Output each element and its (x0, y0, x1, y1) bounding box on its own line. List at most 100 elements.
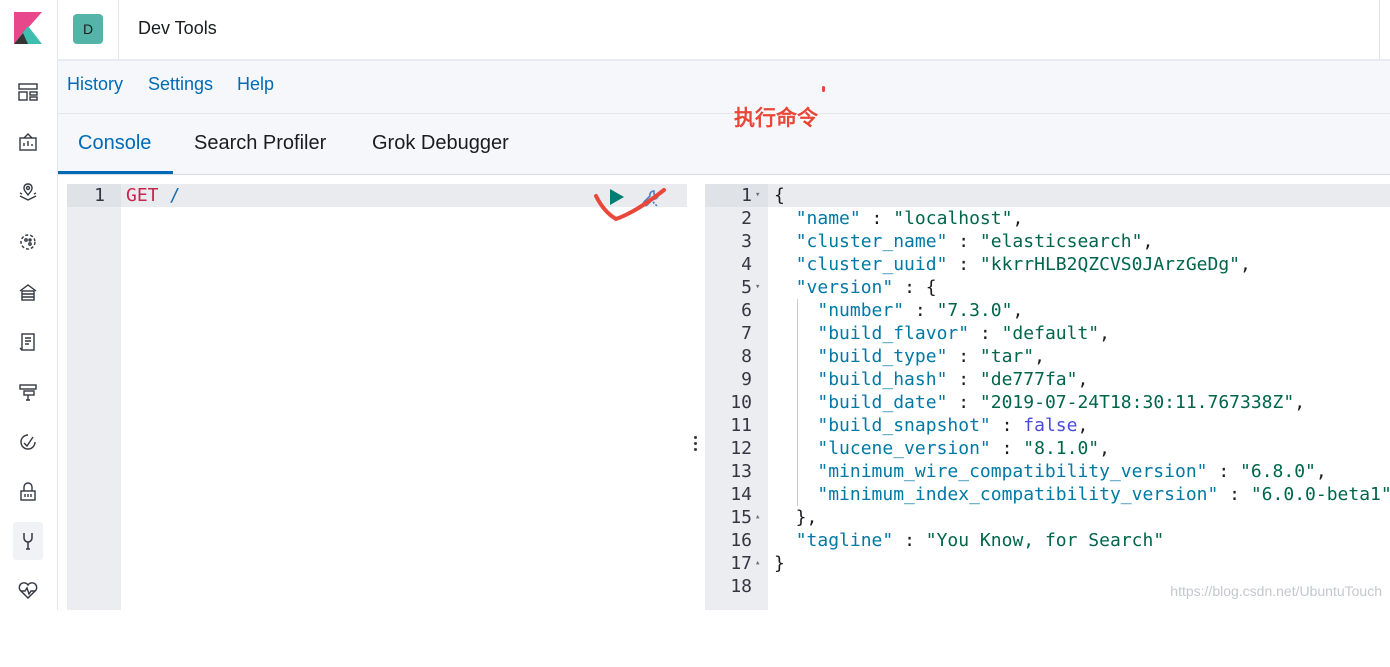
monitoring-icon[interactable] (13, 575, 43, 605)
fold-toggle-icon[interactable]: ▾ (755, 184, 760, 207)
tab-search-profiler[interactable]: Search Profiler (194, 132, 326, 155)
output-line: 15 ▴ }, (705, 506, 1390, 529)
line-text: "cluster_uuid" : "kkrrHLB2QZCVS0JArzGeDg… (795, 254, 1251, 275)
maps-icon[interactable] (13, 177, 43, 207)
line-text: "name" : "localhost", (795, 208, 1024, 229)
line-number: 9 (741, 369, 752, 390)
tab-grok-debugger[interactable]: Grok Debugger (372, 132, 509, 155)
header-divider (118, 0, 119, 59)
line-number: 11 (730, 415, 752, 436)
line-text: "build_type" : "tar", (817, 346, 1045, 367)
json-key: "cluster_name" (795, 231, 948, 252)
output-line: 5 ▾ "version" : { (705, 276, 1390, 299)
dev-tools-icon[interactable] (13, 522, 43, 560)
line-number: 7 (741, 323, 752, 344)
header-bar: D Dev Tools (58, 0, 1390, 61)
response-output[interactable]: 1 ▾ { 2 "name" : "localhost", 3 "cluster… (705, 184, 1390, 610)
json-value: false (1023, 415, 1078, 436)
json-value: "You Know, for Search" (925, 530, 1165, 551)
output-line: 8 "build_type" : "tar", (705, 345, 1390, 368)
output-line: 9 "build_hash" : "de777fa", (705, 368, 1390, 391)
json-key: "build_flavor" (817, 323, 970, 344)
json-key: "build_date" (817, 392, 948, 413)
space-avatar[interactable]: D (73, 14, 103, 44)
output-line: 13 "minimum_wire_compatibility_version" … (705, 460, 1390, 483)
pane-resizer[interactable] (688, 184, 705, 610)
json-key: "lucene_version" (817, 438, 991, 459)
json-key: "minimum_wire_compatibility_version" (817, 461, 1208, 482)
json-value: "localhost" (893, 208, 1013, 229)
line-text: }, (774, 507, 818, 528)
output-line: 14 "minimum_index_compatibility_version"… (705, 483, 1390, 506)
annotation-label: 执行命令 (734, 106, 818, 130)
line-number: 12 (730, 438, 752, 459)
line-text: "lucene_version" : "8.1.0", (817, 438, 1110, 459)
json-value: "8.1.0" (1023, 438, 1100, 459)
tab-console[interactable]: Console (78, 132, 151, 155)
json-key: "minimum_index_compatibility_version" (817, 484, 1219, 505)
canvas-icon[interactable] (13, 127, 43, 157)
settings-link[interactable]: Settings (148, 74, 213, 95)
json-value: "2019-07-24T18:30:11.767338Z" (979, 392, 1295, 413)
help-link[interactable]: Help (237, 74, 274, 95)
line-text: "minimum_wire_compatibility_version" : "… (817, 461, 1327, 482)
line-text: "build_date" : "2019-07-24T18:30:11.7673… (817, 392, 1306, 413)
json-value: "7.3.0" (936, 300, 1013, 321)
output-line: 3 "cluster_name" : "elasticsearch", (705, 230, 1390, 253)
fold-toggle-icon[interactable]: ▾ (755, 276, 760, 299)
drag-handle-icon[interactable] (694, 436, 698, 454)
line-number: 13 (730, 461, 752, 482)
apm-icon[interactable] (13, 377, 43, 407)
line-number: 17 (730, 553, 752, 574)
line-text: "cluster_name" : "elasticsearch", (795, 231, 1154, 252)
output-line: 2 "name" : "localhost", (705, 207, 1390, 230)
line-number: 16 (730, 530, 752, 551)
line-number: 18 (730, 576, 752, 597)
json-value: "de777fa" (979, 369, 1078, 390)
line-number: 2 (741, 208, 752, 229)
output-line: 10 "build_date" : "2019-07-24T18:30:11.7… (705, 391, 1390, 414)
devtools-menu: History Settings Help (58, 61, 1390, 114)
json-value: "elasticsearch" (979, 231, 1143, 252)
header-divider-right (1379, 0, 1380, 59)
json-value: "6.8.0" (1240, 461, 1316, 482)
line-number: 10 (730, 392, 752, 413)
uptime-icon[interactable] (13, 427, 43, 457)
page-title: Dev Tools (138, 18, 217, 38)
line-text: "build_hash" : "de777fa", (817, 369, 1089, 390)
line-number: 15 (730, 507, 752, 528)
editor-gutter (67, 184, 121, 610)
annotation-mark (822, 86, 825, 92)
request-editor[interactable]: 1 GET / (67, 184, 687, 610)
request-path: / (169, 185, 181, 206)
json-key: "build_snapshot" (817, 415, 991, 436)
output-line: 16 "tagline" : "You Know, for Search" (705, 529, 1390, 552)
ml-icon[interactable] (13, 227, 43, 257)
json-value: "tar" (979, 346, 1035, 367)
line-text: "build_flavor" : "default", (817, 323, 1110, 344)
json-key: "build_hash" (817, 369, 948, 390)
json-value: "6.0.0-beta1" (1250, 484, 1390, 505)
line-number: 3 (741, 231, 752, 252)
devtools-tabs: Console Search Profiler Grok Debugger (58, 114, 1390, 175)
line-text: "minimum_index_compatibility_version" : … (817, 484, 1390, 505)
editor-request-line[interactable]: GET / (126, 184, 180, 207)
json-key: "tagline" (795, 530, 894, 551)
dashboard-icon[interactable] (13, 77, 43, 107)
logs-icon[interactable] (13, 327, 43, 357)
output-line: 1 ▾ { (705, 184, 1390, 207)
active-tab-indicator (58, 171, 173, 174)
line-number: 5 (741, 277, 752, 298)
siem-icon[interactable] (13, 477, 43, 507)
line-number: 14 (730, 484, 752, 505)
line-text: "tagline" : "You Know, for Search" (795, 530, 1165, 551)
fold-toggle-icon[interactable]: ▴ (755, 506, 760, 529)
kibana-logo-icon[interactable] (14, 12, 42, 44)
infrastructure-icon[interactable] (13, 277, 43, 307)
fold-toggle-icon[interactable]: ▴ (755, 552, 760, 575)
json-key: "name" (795, 208, 861, 229)
history-link[interactable]: History (67, 74, 123, 95)
line-text: "build_snapshot" : false, (817, 415, 1089, 436)
json-value: "default" (1001, 323, 1100, 344)
output-line: 17 ▴ } (705, 552, 1390, 575)
